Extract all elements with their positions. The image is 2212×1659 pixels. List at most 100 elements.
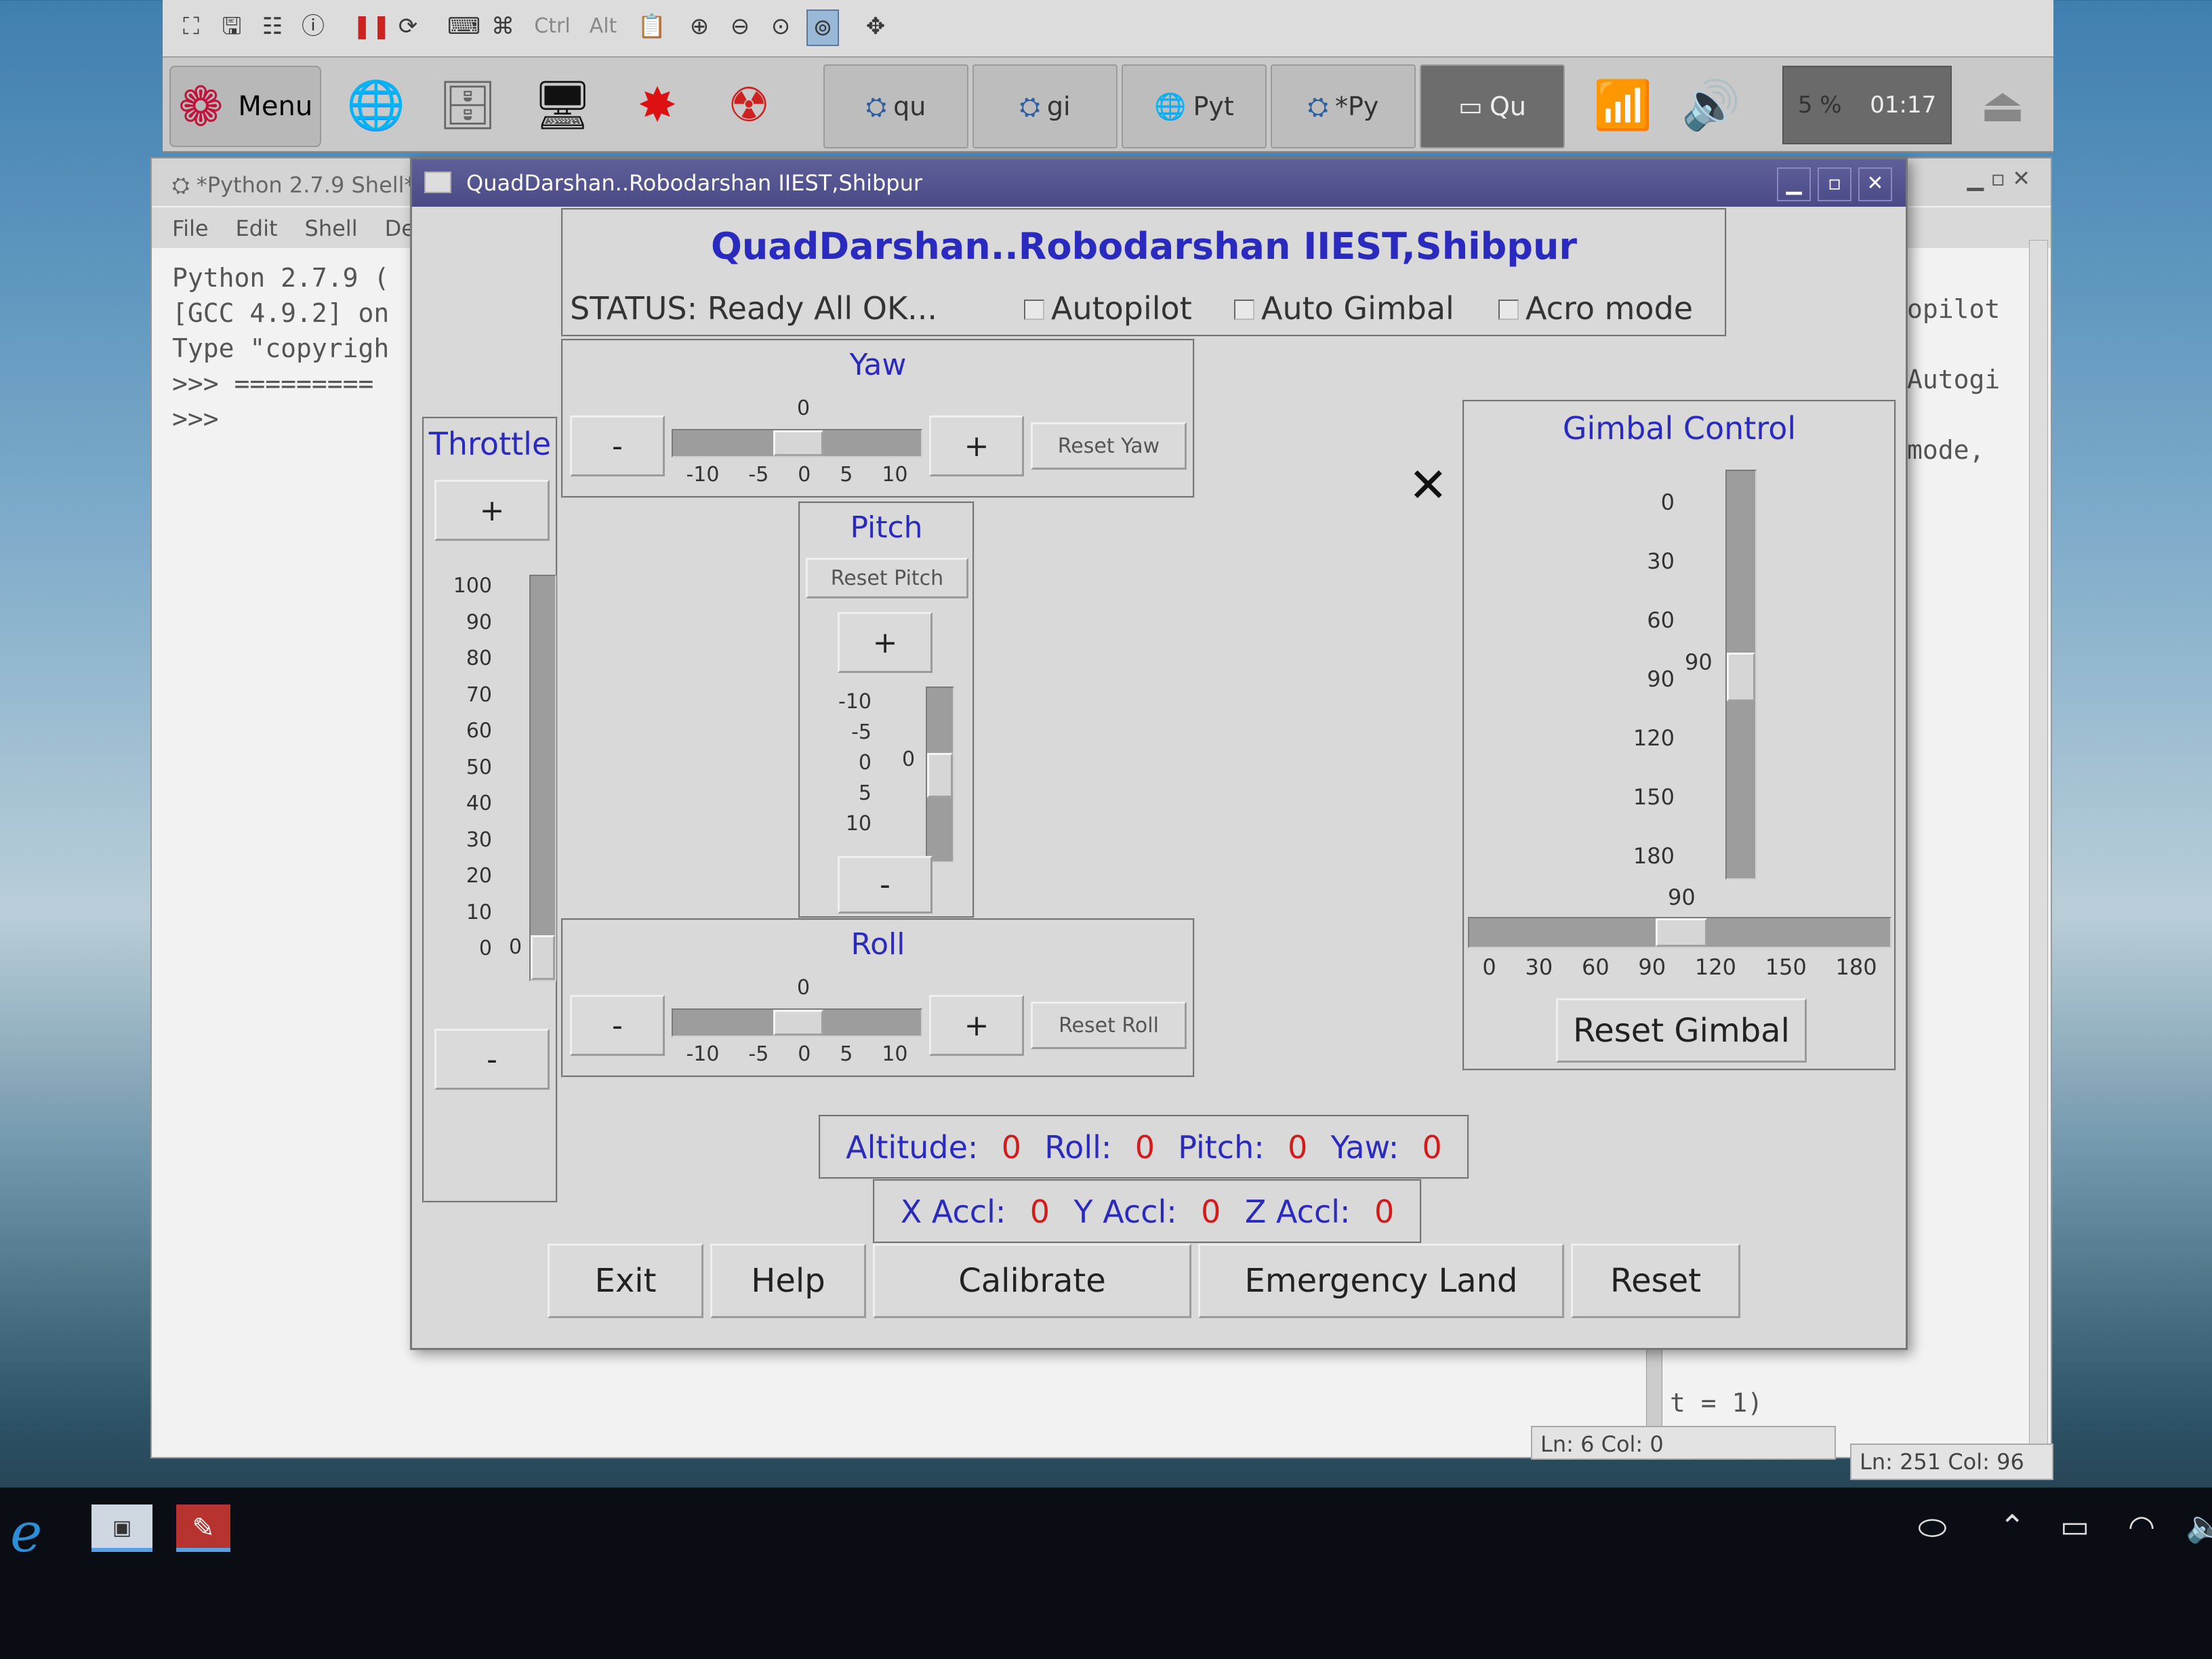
ctrl-alt-del-icon[interactable]: ⌘	[488, 9, 518, 43]
menu-file[interactable]: File	[172, 216, 209, 241]
slider-handle[interactable]	[927, 753, 953, 798]
slider-handle[interactable]	[531, 935, 555, 980]
python-icon: ⛭	[1307, 91, 1328, 121]
volume-icon[interactable]: 🔊	[1674, 66, 1748, 144]
zoom-auto-icon[interactable]: ⊚	[806, 9, 839, 46]
help-button[interactable]: Help	[710, 1244, 866, 1318]
task-button-qu[interactable]: ⛭ qu	[823, 64, 968, 148]
mathematica-icon[interactable]: ✸	[620, 66, 695, 144]
reset-button[interactable]: Reset	[1571, 1244, 1740, 1318]
fullscreen-icon[interactable]: ✥	[861, 9, 890, 43]
app-heading: QuadDarshan..Robodarshan IIEST,Shibpur	[710, 225, 1578, 268]
task-button-py[interactable]: ⛭ *Py	[1271, 64, 1416, 148]
throttle-minus-button[interactable]: -	[434, 1029, 550, 1090]
maximize-icon[interactable]: ▫	[1818, 167, 1851, 201]
slider-handle[interactable]	[773, 430, 823, 456]
task-button-gi[interactable]: ⛭ gi	[972, 64, 1118, 148]
vnc-viewer-icon[interactable]: ▣	[91, 1504, 152, 1552]
alt-key[interactable]: Alt	[583, 9, 623, 43]
roll-slider[interactable]	[672, 1008, 922, 1037]
wifi-tray-icon[interactable]: ◠	[2128, 1508, 2155, 1544]
tick-label: 20	[466, 864, 492, 888]
tick-label: 30	[466, 827, 492, 852]
task-button-pyt[interactable]: 🌐 Pyt	[1122, 64, 1267, 148]
refresh-icon[interactable]: ⟳	[393, 9, 423, 43]
cpu-clock-area: 5 % 01:17	[1782, 66, 1952, 144]
yaw-value: 0	[797, 396, 811, 420]
ctrl-key[interactable]: Ctrl	[529, 9, 576, 43]
network-icon[interactable]: ⛶	[176, 9, 206, 43]
paint-app-icon[interactable]: ✎	[176, 1504, 230, 1552]
globe-icon: 🌐	[1154, 91, 1187, 121]
shell-output[interactable]: Python 2.7.9 ( [GCC 4.9.2] on Type "copy…	[172, 260, 389, 436]
shell-window-controls[interactable]: ▁ ▫ ✕	[1967, 165, 2030, 191]
chevron-up-icon[interactable]: ⌃	[1999, 1508, 2026, 1544]
tick-label: -5	[851, 720, 872, 744]
wifi-icon[interactable]: 📶	[1586, 66, 1660, 144]
emergency-land-button[interactable]: Emergency Land	[1198, 1244, 1564, 1318]
tick-label: 30	[1525, 954, 1553, 980]
code-line: mode,	[1907, 435, 1985, 465]
gimbal-pan-slider[interactable]	[1468, 917, 1891, 948]
pause-icon[interactable]: ❚❚	[352, 9, 391, 43]
clock[interactable]: 01:17	[1870, 91, 1936, 119]
pitch-slider[interactable]	[926, 687, 954, 863]
info-icon[interactable]: ⓘ	[298, 9, 328, 43]
task-button-qu-active[interactable]: ▭ Qu	[1420, 64, 1565, 148]
reset-roll-button[interactable]: Reset Roll	[1031, 1002, 1187, 1049]
roll-minus-button[interactable]: -	[570, 995, 665, 1056]
reset-gimbal-button[interactable]: Reset Gimbal	[1556, 998, 1807, 1063]
slider-handle[interactable]	[773, 1010, 823, 1036]
eject-icon[interactable]: ⏏	[1965, 66, 2040, 144]
throttle-plus-button[interactable]: +	[434, 480, 550, 541]
minimize-icon[interactable]: ▁	[1777, 167, 1811, 201]
zoom-in-icon[interactable]: ⊕	[684, 9, 714, 43]
tick-label: 10	[882, 463, 908, 487]
calibrate-button[interactable]: Calibrate	[873, 1244, 1191, 1318]
scrollbar[interactable]	[2029, 240, 2048, 1446]
clipboard-icon[interactable]: 📋	[637, 9, 667, 43]
status-line-col: Ln: 6 Col: 0	[1531, 1426, 1836, 1460]
menu-shell[interactable]: Shell	[305, 216, 358, 241]
host-taskbar: ℯ ▣ ✎ ⬭ ⌃ ▭ ◠ 🔈	[0, 1488, 2212, 1659]
gimbal-horizontal-value: 90	[1668, 884, 1696, 910]
file-manager-icon[interactable]: 🗄	[430, 66, 505, 144]
task-label: *Py	[1335, 91, 1379, 121]
keyboard-icon[interactable]: ⌨	[447, 9, 480, 43]
autopilot-checkbox[interactable]	[1024, 300, 1044, 320]
pitch-plus-button[interactable]: +	[838, 612, 933, 673]
gimbal-panel: Gimbal Control 0 30 60 90 120 150 180 90…	[1462, 400, 1896, 1071]
wolfram-icon[interactable]: ☢	[712, 66, 786, 144]
gimbal-tilt-slider[interactable]	[1725, 470, 1757, 880]
app-titlebar: QuadDarshan..Robodarshan IIEST,Shibpur ▁…	[412, 159, 1906, 207]
save-icon[interactable]: 🖫	[217, 9, 247, 43]
menu-button[interactable]: ❁ Menu	[169, 66, 321, 147]
speaker-icon[interactable]: 🔈	[2186, 1508, 2212, 1545]
yaw-plus-button[interactable]: +	[929, 415, 1024, 476]
altitude-value: 0	[1001, 1128, 1021, 1166]
battery-icon[interactable]: ▭	[2060, 1508, 2089, 1544]
terminal-icon[interactable]: 🖥	[525, 66, 600, 144]
internet-explorer-icon[interactable]: ℯ	[10, 1501, 42, 1564]
reset-yaw-button[interactable]: Reset Yaw	[1031, 422, 1187, 470]
slider-handle[interactable]	[1656, 918, 1707, 947]
options-icon[interactable]: ☷	[258, 9, 287, 43]
browser-globe-icon[interactable]: 🌐	[339, 66, 413, 144]
mouse-tray-icon[interactable]: ⬭	[1918, 1508, 1947, 1548]
roll-plus-button[interactable]: +	[929, 995, 1024, 1056]
close-icon[interactable]: ✕	[1858, 167, 1892, 201]
menu-edit[interactable]: Edit	[236, 216, 278, 241]
pitch-minus-button[interactable]: -	[838, 856, 933, 914]
zoom-out-icon[interactable]: ⊖	[725, 9, 755, 43]
zoom-100-icon[interactable]: ⊙	[766, 9, 796, 43]
tick-label: 180	[1835, 954, 1877, 980]
acro-mode-checkbox[interactable]	[1498, 300, 1519, 320]
exit-button[interactable]: Exit	[548, 1244, 703, 1318]
reset-pitch-button[interactable]: Reset Pitch	[806, 558, 968, 598]
yaw-slider[interactable]	[672, 429, 922, 457]
slider-handle[interactable]	[1727, 653, 1755, 701]
yaw-minus-button[interactable]: -	[570, 415, 665, 476]
auto-gimbal-checkbox[interactable]	[1234, 300, 1254, 320]
tick-label: 60	[1647, 607, 1675, 633]
throttle-slider[interactable]	[529, 575, 556, 981]
